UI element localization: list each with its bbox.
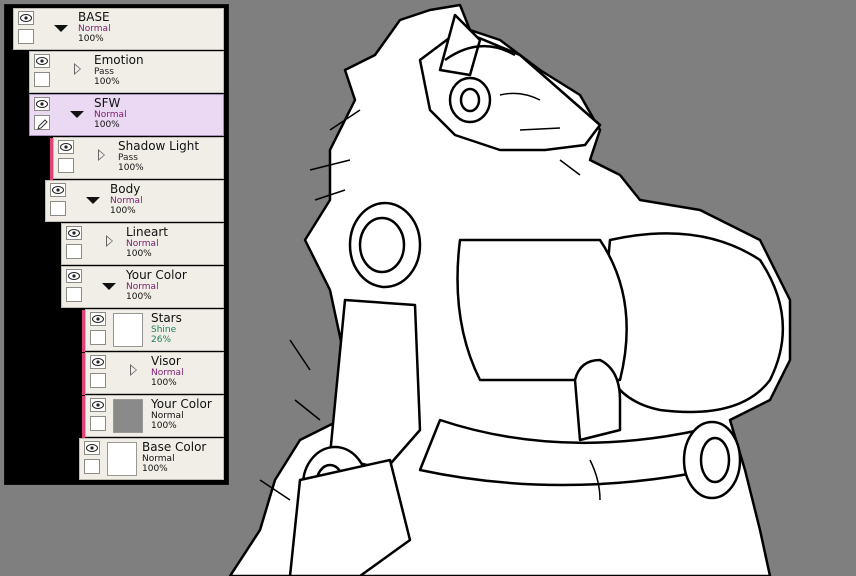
layer-lock-box[interactable] xyxy=(90,330,106,345)
layer-blend-mode: Normal xyxy=(142,454,175,464)
layer-opacity: 100% xyxy=(151,421,177,431)
visibility-eye-icon[interactable] xyxy=(50,183,66,197)
layer-thumbnail xyxy=(113,399,143,433)
visibility-eye-icon[interactable] xyxy=(90,398,106,412)
layer-row[interactable]: Base Color Normal 100% xyxy=(79,438,224,480)
layer-blend-mode: Normal xyxy=(151,411,184,421)
layer-lock-box[interactable] xyxy=(66,287,82,302)
layer-row[interactable]: BASE Normal 100% xyxy=(13,8,224,50)
layer-row[interactable]: Lineart Normal 100% xyxy=(61,223,224,265)
layer-opacity: 100% xyxy=(142,464,168,474)
layer-name: BASE xyxy=(78,10,110,24)
layer-blend-mode: Normal xyxy=(126,239,159,249)
layer-row[interactable]: Body Normal 100% xyxy=(45,180,224,222)
clipping-marker xyxy=(50,138,53,180)
edit-pencil-icon[interactable] xyxy=(34,115,50,130)
layer-row[interactable]: Your Color Normal 100% xyxy=(82,395,224,438)
layer-name: Body xyxy=(110,182,141,196)
layer-blend-mode: Normal xyxy=(110,196,143,206)
layer-blend-mode: Shine xyxy=(151,325,177,335)
layer-name: Base Color xyxy=(142,440,207,454)
folder-expanded-icon[interactable] xyxy=(70,111,84,118)
visibility-eye-icon[interactable] xyxy=(66,226,82,240)
layer-opacity: 100% xyxy=(110,206,136,216)
layer-lock-box[interactable] xyxy=(58,158,74,173)
layer-opacity: 100% xyxy=(118,163,144,173)
layer-row[interactable]: Shadow Light Pass 100% xyxy=(50,137,224,180)
visibility-eye-icon[interactable] xyxy=(34,97,50,111)
layer-row-selected[interactable]: SFW Normal 100% xyxy=(29,94,224,136)
folder-collapsed-icon[interactable] xyxy=(106,235,113,247)
layer-lock-box[interactable] xyxy=(50,201,66,216)
layer-thumbnail xyxy=(113,313,143,347)
layer-opacity: 26% xyxy=(151,335,172,345)
folder-collapsed-icon[interactable] xyxy=(130,364,137,376)
layer-blend-mode: Normal xyxy=(78,24,111,34)
layer-lock-box[interactable] xyxy=(84,459,100,474)
layer-name: Your Color xyxy=(126,268,187,282)
folder-collapsed-icon[interactable] xyxy=(74,63,81,75)
layer-opacity: 100% xyxy=(126,292,152,302)
layer-blend-mode: Normal xyxy=(94,110,127,120)
visibility-eye-icon[interactable] xyxy=(18,11,34,25)
layer-lock-box[interactable] xyxy=(90,373,106,388)
layer-lock-box[interactable] xyxy=(66,244,82,259)
folder-collapsed-icon[interactable] xyxy=(98,149,105,161)
clipping-marker xyxy=(82,353,85,395)
layer-thumbnail xyxy=(107,442,137,476)
layer-row[interactable]: Your Color Normal 100% xyxy=(61,266,224,308)
layer-row[interactable]: Emotion Pass 100% xyxy=(29,51,224,93)
clipping-marker xyxy=(82,310,85,352)
layer-panel: BASE Normal 100% Emotion Pass 100% SFW N… xyxy=(4,4,229,485)
folder-expanded-icon[interactable] xyxy=(86,197,100,204)
layer-name: SFW xyxy=(94,96,121,110)
layer-name: Visor xyxy=(151,354,181,368)
layer-name: Lineart xyxy=(126,225,168,239)
layer-name: Emotion xyxy=(94,53,144,67)
layer-row[interactable]: Visor Normal 100% xyxy=(82,352,224,395)
visibility-eye-icon[interactable] xyxy=(58,140,74,154)
visibility-eye-icon[interactable] xyxy=(90,312,106,326)
layer-opacity: 100% xyxy=(94,77,120,87)
layer-blend-mode: Pass xyxy=(94,67,114,77)
layer-row[interactable]: Stars Shine 26% xyxy=(82,309,224,352)
layer-blend-mode: Normal xyxy=(126,282,159,292)
visibility-eye-icon[interactable] xyxy=(34,54,50,68)
layer-blend-mode: Normal xyxy=(151,368,184,378)
folder-expanded-icon[interactable] xyxy=(54,25,68,32)
visibility-eye-icon[interactable] xyxy=(90,355,106,369)
visibility-eye-icon[interactable] xyxy=(66,269,82,283)
visibility-eye-icon[interactable] xyxy=(84,441,100,455)
layer-opacity: 100% xyxy=(151,378,177,388)
layer-name: Shadow Light xyxy=(118,139,200,153)
layer-lock-box[interactable] xyxy=(18,29,34,44)
layer-lock-box[interactable] xyxy=(34,72,50,87)
clipping-marker xyxy=(82,396,85,438)
layer-opacity: 100% xyxy=(78,34,104,44)
layer-opacity: 100% xyxy=(94,120,120,130)
layer-lock-box[interactable] xyxy=(90,416,106,431)
layer-name: Stars xyxy=(151,311,182,325)
layer-blend-mode: Pass xyxy=(118,153,138,163)
folder-expanded-icon[interactable] xyxy=(102,283,116,290)
layer-name: Your Color xyxy=(151,397,212,411)
layer-opacity: 100% xyxy=(126,249,152,259)
